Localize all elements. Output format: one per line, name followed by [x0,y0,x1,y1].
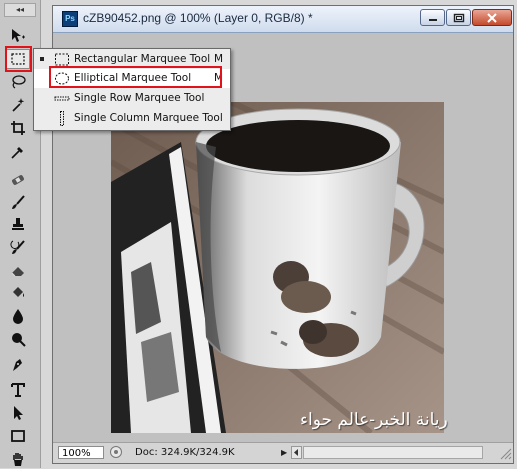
eraser-tool-icon[interactable] [6,260,30,280]
minimize-button[interactable] [420,9,445,26]
paint-bucket-tool-icon[interactable] [6,283,30,303]
close-icon [487,12,497,23]
history-brush-tool-icon[interactable] [6,237,30,257]
pen-tool-icon[interactable] [6,356,30,376]
status-menu-arrow-icon[interactable]: ▶ [281,448,287,457]
brush-tool-icon[interactable] [6,192,30,212]
clone-stamp-tool-icon[interactable] [6,214,30,234]
hand-tool-icon[interactable] [6,449,30,469]
photoshop-app-icon: Ps [62,11,78,27]
selected-item-highlight [49,66,222,88]
close-button[interactable] [472,9,512,26]
document-titlebar[interactable]: Ps cZB90452.png @ 100% (Layer 0, RGB/8) … [53,6,513,33]
restore-button[interactable] [446,9,471,26]
zoom-field[interactable]: 100% [58,446,104,459]
move-tool-icon[interactable] [6,26,30,46]
rectangle-shape-tool-icon[interactable] [6,426,30,446]
status-options-icon[interactable] [109,445,123,459]
restore-icon [453,13,464,22]
blur-tool-icon[interactable] [6,306,30,326]
single-column-marquee-icon [60,111,64,126]
resize-grip-icon[interactable] [495,443,513,463]
current-tool-bullet [40,57,44,61]
canvas-image[interactable] [111,102,444,433]
marquee-tools-flyout: Rectangular Marquee Tool M Elliptical Ma… [33,48,231,131]
status-bar: 100% Doc: 324.9K/324.9K ▶ [53,442,513,463]
minimize-icon [428,18,437,21]
panel-collapse-button[interactable]: ◂◂ [4,3,36,17]
coffee-mug-photo [111,102,444,433]
lasso-tool-icon[interactable] [6,72,30,92]
dodge-tool-icon[interactable] [6,329,30,349]
scroll-left-icon[interactable] [291,446,302,459]
flyout-item-single-column-marquee[interactable]: Single Column Marquee Tool [34,109,230,128]
flyout-item-single-row-marquee[interactable]: Single Row Marquee Tool [34,89,230,108]
path-selection-tool-icon[interactable] [6,403,30,423]
healing-brush-tool-icon[interactable] [6,170,30,190]
single-row-marquee-icon [54,96,70,101]
eyedropper-tool-icon[interactable] [6,142,30,162]
crop-tool-icon[interactable] [6,118,30,138]
type-tool-icon[interactable] [6,380,30,400]
active-tool-highlight [5,46,32,72]
watermark-text: ريانة الخبر-عالم حواء [300,410,448,430]
document-title: cZB90452.png @ 100% (Layer 0, RGB/8) * [83,11,313,25]
magic-wand-tool-icon[interactable] [6,95,30,115]
horizontal-scrollbar[interactable] [303,446,483,459]
document-info: Doc: 324.9K/324.9K [135,447,235,458]
rect-marquee-icon [55,53,69,66]
